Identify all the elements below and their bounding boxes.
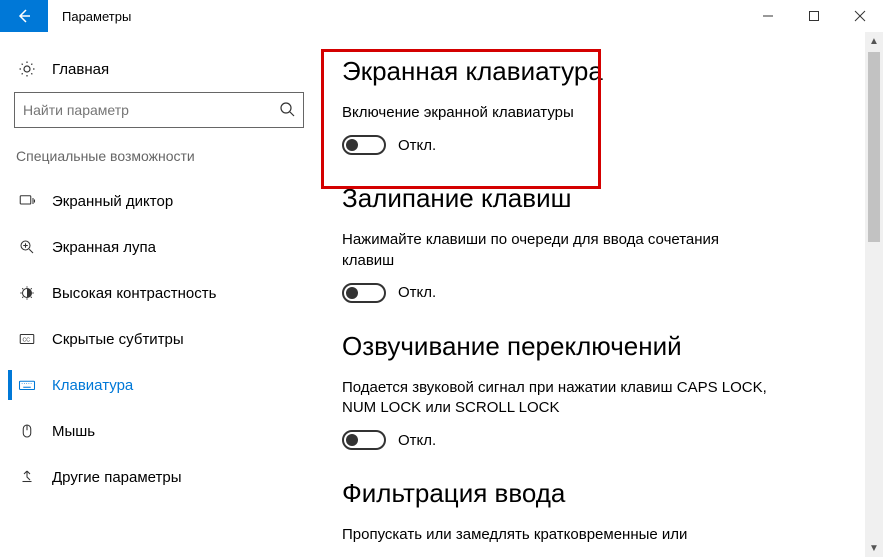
contrast-icon (16, 284, 38, 302)
sidebar-item-keyboard[interactable]: Клавиатура (8, 362, 310, 408)
main-content: Экранная клавиатура Включение экранной к… (318, 32, 883, 557)
close-icon (854, 10, 866, 22)
sidebar-section-label: Специальные возможности (8, 144, 310, 178)
search-icon (279, 101, 295, 120)
gear-icon (16, 60, 38, 78)
toggle-state-label: Откл. (398, 284, 436, 301)
sidebar: Главная Специальные возможности Экранный… (0, 32, 318, 557)
section-description: Пропускать или замедлять кратковременные… (342, 525, 772, 545)
section-heading: Озвучивание переключений (342, 331, 867, 362)
close-button[interactable] (837, 0, 883, 32)
arrow-left-icon (16, 8, 32, 24)
home-label: Главная (52, 61, 109, 78)
minimize-icon (762, 10, 774, 22)
scroll-thumb[interactable] (868, 52, 880, 242)
captions-icon: CC (16, 330, 38, 348)
scroll-up-arrow-icon[interactable]: ▲ (865, 32, 883, 50)
sidebar-item-label: Мышь (52, 423, 95, 440)
home-button[interactable]: Главная (8, 50, 310, 92)
sidebar-item-label: Экранный диктор (52, 193, 173, 210)
mouse-icon (16, 422, 38, 440)
narrator-icon (16, 192, 38, 210)
sidebar-item-label: Клавиатура (52, 377, 133, 394)
maximize-icon (808, 10, 820, 22)
keyboard-icon (16, 376, 38, 394)
back-button[interactable] (0, 0, 48, 32)
window-controls (745, 0, 883, 32)
other-icon (16, 468, 38, 486)
toggle-state-label: Откл. (398, 137, 436, 154)
sidebar-item-magnifier[interactable]: Экранная лупа (8, 224, 310, 270)
section-filter-keys: Фильтрация ввода Пропускать или замедлят… (342, 478, 867, 545)
section-toggle-keys: Озвучивание переключений Подается звуков… (342, 331, 867, 451)
vertical-scrollbar[interactable]: ▲ ▼ (865, 32, 883, 557)
section-sticky-keys: Залипание клавиш Нажимайте клавиши по оч… (342, 183, 867, 303)
onscreen-keyboard-toggle[interactable] (342, 135, 386, 155)
search-box[interactable] (14, 92, 304, 128)
section-description: Подается звуковой сигнал при нажатии кла… (342, 378, 772, 419)
toggle-state-label: Откл. (398, 432, 436, 449)
minimize-button[interactable] (745, 0, 791, 32)
sidebar-item-mouse[interactable]: Мышь (8, 408, 310, 454)
maximize-button[interactable] (791, 0, 837, 32)
title-bar: Параметры (0, 0, 883, 32)
sidebar-item-closed-captions[interactable]: CC Скрытые субтитры (8, 316, 310, 362)
sidebar-item-label: Экранная лупа (52, 239, 156, 256)
sticky-keys-toggle[interactable] (342, 283, 386, 303)
svg-text:CC: CC (23, 337, 31, 343)
section-heading: Фильтрация ввода (342, 478, 867, 509)
search-input[interactable] (23, 102, 279, 118)
sidebar-item-narrator[interactable]: Экранный диктор (8, 178, 310, 224)
section-onscreen-keyboard: Экранная клавиатура Включение экранной к… (342, 56, 867, 155)
sidebar-item-label: Высокая контрастность (52, 285, 216, 302)
section-description: Нажимайте клавиши по очереди для ввода с… (342, 230, 772, 271)
scroll-down-arrow-icon[interactable]: ▼ (865, 539, 883, 557)
window-title: Параметры (48, 0, 745, 32)
sidebar-item-label: Другие параметры (52, 469, 182, 486)
magnifier-icon (16, 238, 38, 256)
sidebar-item-other[interactable]: Другие параметры (8, 454, 310, 500)
sidebar-item-label: Скрытые субтитры (52, 331, 184, 348)
sidebar-item-high-contrast[interactable]: Высокая контрастность (8, 270, 310, 316)
section-heading: Залипание клавиш (342, 183, 867, 214)
section-heading: Экранная клавиатура (342, 56, 867, 87)
toggle-keys-toggle[interactable] (342, 430, 386, 450)
section-description: Включение экранной клавиатуры (342, 103, 772, 123)
